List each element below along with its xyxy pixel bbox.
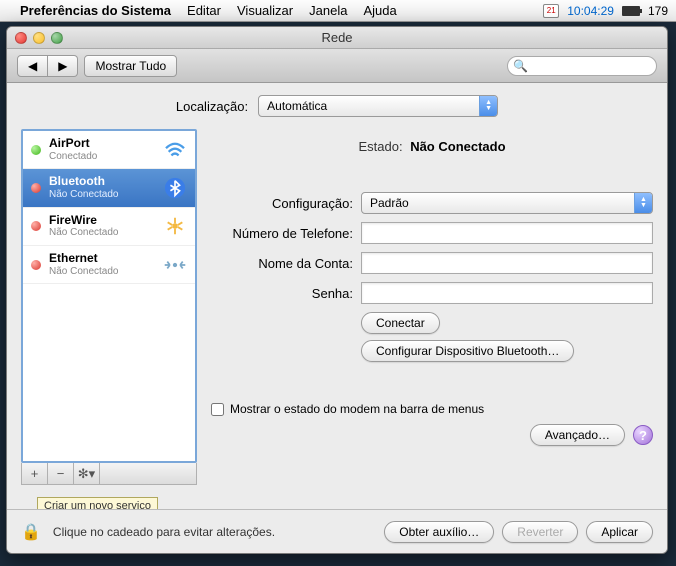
account-input[interactable] [361,252,653,274]
toolbar: ◀ ▶ Mostrar Tudo 🔍 [7,49,667,83]
search-input[interactable] [507,56,657,76]
menu-extra-text: 179 [648,4,668,18]
service-name: FireWire [49,214,155,228]
menubar: Preferências do Sistema Editar Visualiza… [0,0,676,22]
apply-button[interactable]: Aplicar [586,521,653,543]
service-name: Ethernet [49,252,155,266]
password-input[interactable] [361,282,653,304]
lock-icon[interactable]: 🔒 [21,522,41,542]
remove-service-button[interactable]: − [48,463,74,484]
show-modem-label: Mostrar o estado do modem na barra de me… [230,402,484,416]
service-ethernet[interactable]: Ethernet Não Conectado [23,246,195,284]
menu-edit[interactable]: Editar [187,3,221,18]
select-arrows-icon: ▲▼ [634,193,652,213]
config-value: Padrão [370,196,409,210]
back-button[interactable]: ◀ [17,55,48,77]
add-service-button[interactable]: + [22,463,48,484]
location-label: Localização: [176,99,248,114]
status-dot-icon [31,183,41,193]
config-label: Configuração: [211,196,361,211]
service-bluetooth[interactable]: Bluetooth Não Conectado [23,169,195,207]
advanced-button[interactable]: Avançado… [530,424,625,446]
account-label: Nome da Conta: [211,256,361,271]
location-select[interactable]: Automática ▲▼ [258,95,498,117]
service-status: Não Conectado [49,227,155,239]
firewire-icon [163,214,187,238]
bluetooth-icon [163,176,187,200]
service-actions-button[interactable]: ✻▾ [74,463,100,484]
password-label: Senha: [211,286,361,301]
forward-button[interactable]: ▶ [48,55,78,77]
phone-input[interactable] [361,222,653,244]
get-help-button[interactable]: Obter auxílio… [384,521,494,543]
menu-window[interactable]: Janela [309,3,347,18]
state-value: Não Conectado [410,139,505,154]
ethernet-icon [163,253,187,277]
phone-label: Número de Telefone: [211,226,361,241]
app-menu[interactable]: Preferências do Sistema [20,3,171,18]
service-list: AirPort Conectado Bluetooth Não Conectad… [21,129,197,463]
service-status: Conectado [49,151,155,163]
service-status: Não Conectado [49,266,155,278]
battery-icon[interactable] [622,6,640,16]
preferences-window: Rede ◀ ▶ Mostrar Tudo 🔍 Localização: Aut… [6,26,668,554]
configure-bluetooth-button[interactable]: Configurar Dispositivo Bluetooth… [361,340,574,362]
service-status: Não Conectado [49,189,155,201]
show-modem-checkbox[interactable] [211,403,224,416]
status-dot-icon [31,221,41,231]
detail-pane: Estado: Não Conectado Configuração: Padr… [211,129,653,485]
lock-text: Clique no cadeado para evitar alterações… [53,525,376,539]
calendar-menu-icon[interactable]: 21 [543,4,559,18]
footer: 🔒 Clique no cadeado para evitar alteraçõ… [7,509,667,553]
service-firewire[interactable]: FireWire Não Conectado [23,208,195,246]
connect-button[interactable]: Conectar [361,312,440,334]
select-arrows-icon: ▲▼ [479,96,497,116]
revert-button[interactable]: Reverter [502,521,578,543]
clock[interactable]: 10:04:29 [567,4,614,18]
service-name: AirPort [49,137,155,151]
service-airport[interactable]: AirPort Conectado [23,131,195,169]
wifi-icon [163,138,187,162]
menu-help[interactable]: Ajuda [363,3,396,18]
search-icon: 🔍 [513,59,528,73]
titlebar: Rede [7,27,667,49]
status-dot-icon [31,145,41,155]
state-label: Estado: [358,139,402,154]
menu-view[interactable]: Visualizar [237,3,293,18]
location-value: Automática [267,99,327,113]
show-all-button[interactable]: Mostrar Tudo [84,55,177,77]
list-toolbar: + − ✻▾ [21,463,197,485]
config-select[interactable]: Padrão ▲▼ [361,192,653,214]
window-title: Rede [7,30,667,45]
help-button[interactable]: ? [633,425,653,445]
status-dot-icon [31,260,41,270]
service-name: Bluetooth [49,175,155,189]
